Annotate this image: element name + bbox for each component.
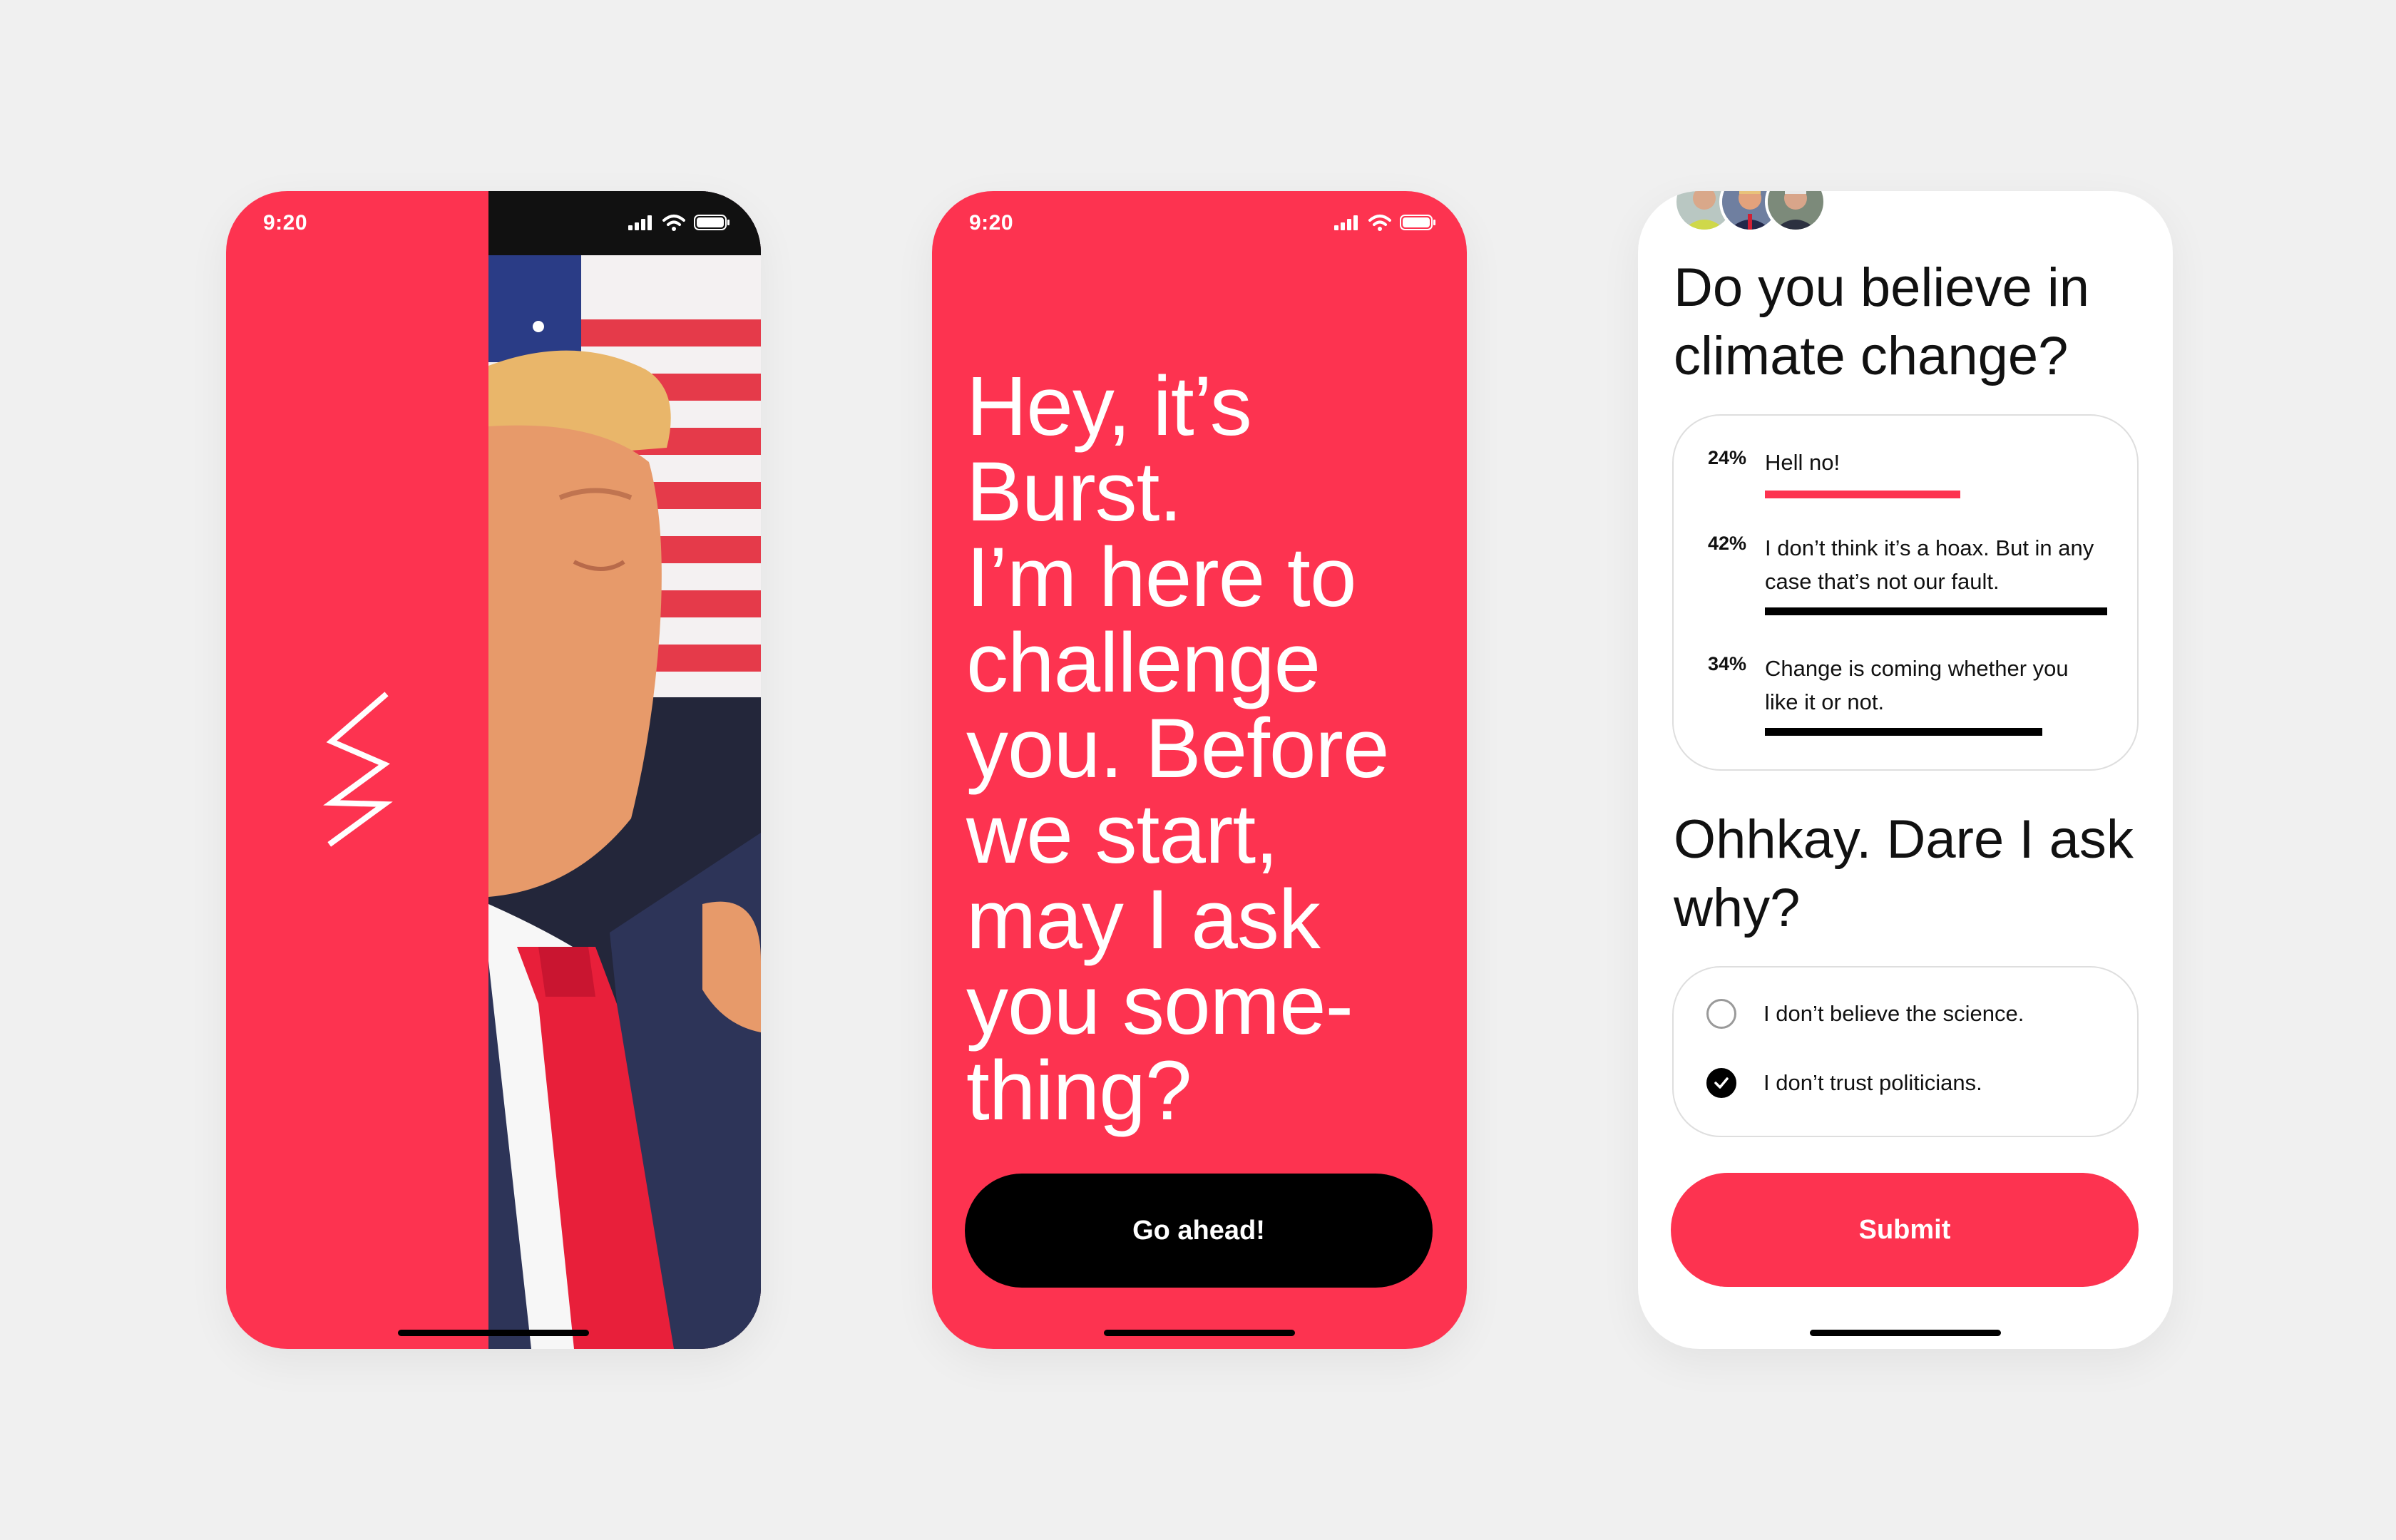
battery-icon [1400, 215, 1435, 230]
headline-line: Hey, it’s [966, 359, 1252, 453]
followup-question: Ohhkay. Dare I ask why? [1674, 809, 2134, 938]
poll-option-text: I don’t think it’s a hoax. But in any ca… [1765, 535, 2094, 594]
headline-line: you. Before [966, 702, 1389, 796]
status-bar: 9:20 [226, 191, 761, 255]
cellular-signal-icon [628, 215, 652, 230]
poll-option-text: Hell no! [1765, 450, 1840, 475]
choice-label: I don’t believe the science. [1763, 1001, 2024, 1026]
radio-unchecked-icon[interactable] [1706, 999, 1736, 1029]
submit-button[interactable]: Submit [1671, 1173, 2139, 1287]
checkmark-icon [1714, 1077, 1729, 1089]
headline-line: I’m here to [966, 530, 1356, 625]
poll-percent: 34% [1708, 653, 1747, 674]
headline-line: Burst. [966, 445, 1182, 539]
status-time: 9:20 [969, 211, 1014, 235]
headline-line: challenge [966, 616, 1321, 710]
status-time: 9:20 [263, 211, 308, 235]
cellular-signal-icon [1334, 215, 1358, 230]
wifi-icon [1368, 215, 1391, 231]
wifi-icon [662, 215, 685, 231]
headline-line: thing? [966, 1044, 1192, 1138]
headline-line: we start, [966, 787, 1279, 881]
poll-screen: Do you believe in climate change? 24% He… [1638, 191, 2173, 1349]
choice-option[interactable]: I don’t trust politicians. [1706, 1068, 1982, 1098]
poll-question: Do you believe in climate change? [1674, 257, 2090, 386]
intro-screen: 9:20 Hey, it’s Burst. I’m here to challe… [932, 191, 1467, 1349]
poll-results-card: 24% Hell no! 42% I don’t think it’s a ho… [1672, 414, 2139, 771]
home-indicator[interactable] [398, 1330, 589, 1336]
avatar-group [1674, 191, 1826, 232]
status-bar: 9:20 [932, 191, 1467, 255]
choice-label: I don’t trust politicians. [1763, 1070, 1982, 1095]
poll-bar [1765, 728, 2042, 736]
lightning-bolt-icon [319, 690, 397, 851]
choice-option[interactable]: I don’t believe the science. [1706, 999, 2024, 1029]
home-indicator[interactable] [1104, 1330, 1295, 1336]
intro-headline: Hey, it’s Burst. I’m here to challenge y… [966, 364, 1451, 1134]
splash-screen: 9:20 [226, 191, 761, 1349]
headline-line: may I ask [966, 873, 1321, 967]
portrait-photo [488, 191, 761, 1349]
home-indicator[interactable] [1810, 1330, 2001, 1336]
poll-bar [1765, 607, 2107, 615]
go-ahead-button[interactable]: Go ahead! [965, 1174, 1433, 1288]
poll-option-text: Change is coming whether you like it or … [1765, 656, 2069, 714]
portrait-photo-illustration [488, 191, 761, 1349]
poll-percent: 42% [1708, 533, 1747, 554]
avatar [1765, 191, 1826, 232]
radio-checked-icon[interactable] [1706, 1068, 1736, 1098]
choice-card: I don’t believe the science. I don’t tru… [1672, 966, 2139, 1137]
headline-line: you some- [966, 958, 1353, 1052]
poll-bar [1765, 491, 1960, 498]
battery-icon [694, 215, 729, 230]
poll-percent: 24% [1708, 447, 1747, 468]
